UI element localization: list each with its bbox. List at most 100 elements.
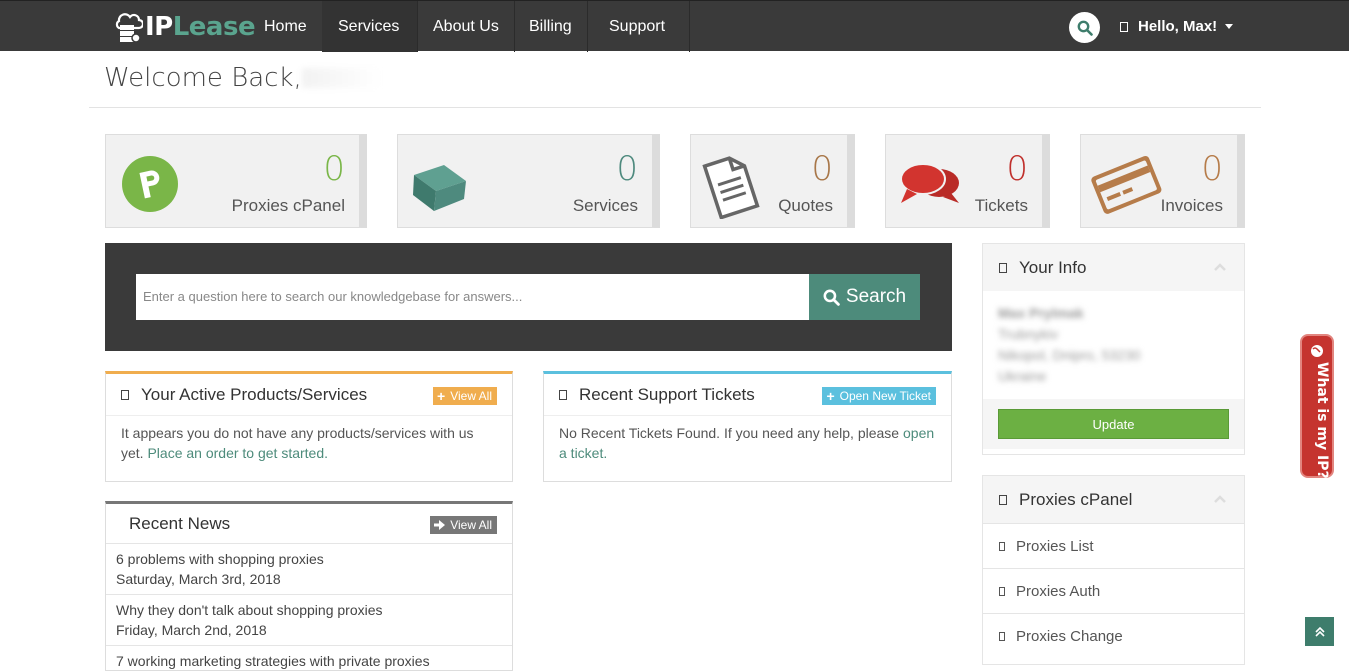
update-footer: Update	[983, 399, 1244, 449]
proxies-change-link[interactable]: Proxies Change	[983, 613, 1244, 658]
button-label: View All	[450, 389, 492, 403]
tile-label: Invoices	[1160, 196, 1223, 215]
plus-icon: +	[437, 388, 446, 404]
panel-title: Recent Support Tickets	[579, 384, 755, 404]
proxies-list-link[interactable]: Proxies List	[983, 523, 1244, 568]
tile-tickets[interactable]: 0 Tickets	[885, 134, 1050, 228]
recent-news-panel: Recent News View All 6 problems with sho…	[105, 501, 513, 671]
tile-label: Quotes	[778, 196, 833, 215]
server-cloud-icon	[115, 13, 143, 43]
server-icon	[999, 494, 1007, 505]
knowledgebase-search-button[interactable]: Search	[809, 274, 920, 320]
user-greeting: Hello, Max!	[1138, 18, 1218, 35]
arrow-right-icon	[434, 520, 446, 530]
chat-bubbles-icon	[900, 163, 959, 203]
back-to-top-button[interactable]	[1305, 617, 1334, 646]
user-icon	[1120, 22, 1128, 32]
info-line: Trubnykiv	[998, 326, 1059, 342]
globe-icon	[1311, 345, 1323, 357]
info-line: Max Prylmak	[998, 305, 1084, 321]
tile-label: Proxies cPanel	[231, 196, 345, 215]
panel-header[interactable]: Proxies cPanel	[983, 476, 1244, 523]
tile-count: 0	[1006, 149, 1028, 189]
user-address: Max Prylmak Trubnykiv Nikopol, Dnipro, 5…	[983, 291, 1244, 399]
proxies-auth-link[interactable]: Proxies Auth	[983, 568, 1244, 613]
chevron-up-icon[interactable]	[1214, 493, 1226, 505]
panel-header: Recent News View All	[106, 504, 512, 543]
search-icon	[823, 289, 840, 306]
logo[interactable]: IPLease	[113, 10, 256, 44]
nav-support[interactable]: Support	[594, 1, 690, 52]
button-label: Open New Ticket	[839, 389, 931, 403]
panel-header: Recent Support Tickets + Open New Ticket	[544, 374, 951, 416]
blurred-name	[301, 68, 382, 88]
tile-label: Services	[572, 196, 638, 215]
panel-title: Your Active Products/Services	[141, 384, 368, 404]
panel-header[interactable]: Your Info	[983, 244, 1244, 291]
proxies-p-icon	[122, 156, 178, 212]
panel-title: Recent News	[129, 513, 231, 533]
user-menu[interactable]: Hello, Max!	[1120, 1, 1234, 52]
news-item[interactable]: 6 problems with shopping proxies Saturda…	[106, 543, 512, 594]
knowledgebase-search-input[interactable]: Enter a question here to search our know…	[136, 274, 809, 320]
link-label: Proxies Change	[1016, 627, 1123, 645]
tickets-empty-text: No Recent Tickets Found. If you need any…	[559, 425, 900, 441]
nav-about-us[interactable]: About Us	[418, 1, 515, 52]
welcome-text: Welcome Back,	[104, 63, 302, 93]
tile-count: 0	[811, 149, 833, 189]
news-item[interactable]: 7 working marketing strategies with priv…	[106, 645, 512, 670]
list-icon	[999, 541, 1005, 551]
tile-services[interactable]: 0 Services	[397, 134, 660, 228]
logo-ip: IP	[145, 12, 173, 42]
knowledgebase-search-bar: Enter a question here to search our know…	[105, 243, 952, 351]
place-order-link[interactable]: Place an order to get started.	[147, 445, 328, 461]
search-icon	[1077, 20, 1093, 36]
cube-icon	[121, 389, 129, 400]
nav-services[interactable]: Services	[322, 1, 418, 52]
info-line: Ukraine	[998, 368, 1047, 384]
news-date: Friday, March 2nd, 2018	[116, 622, 267, 638]
document-icon	[702, 156, 760, 219]
nav-billing[interactable]: Billing	[514, 1, 588, 52]
panel-header: Your Active Products/Services + View All	[106, 374, 512, 416]
tile-quotes[interactable]: 0 Quotes	[690, 134, 855, 228]
tile-proxies-cpanel[interactable]: 0 Proxies cPanel	[105, 134, 367, 228]
credit-card-icon	[1091, 155, 1162, 214]
panel-title: Proxies cPanel	[1019, 489, 1133, 509]
panel-body: No Recent Tickets Found. If you need any…	[544, 416, 951, 473]
news-item[interactable]: Why they don't talk about shopping proxi…	[106, 594, 512, 645]
chevron-down-icon	[1225, 24, 1234, 29]
link-label: Proxies List	[1016, 537, 1094, 555]
news-title: 7 working marketing strategies with priv…	[116, 653, 430, 669]
panel-body: It appears you do not have any products/…	[106, 416, 512, 473]
tile-count: 0	[616, 149, 638, 189]
tile-count: 0	[323, 149, 345, 189]
open-new-ticket-button[interactable]: + Open New Ticket	[822, 387, 936, 405]
view-all-news-button[interactable]: View All	[430, 516, 497, 534]
nav-search-button[interactable]	[1069, 12, 1100, 43]
info-line: Nikopol, Dnipro, 53230	[998, 347, 1141, 363]
tile-label: Tickets	[974, 196, 1028, 215]
refresh-icon	[999, 631, 1005, 641]
tile-invoices[interactable]: 0 Invoices	[1080, 134, 1245, 228]
plus-icon: +	[826, 388, 835, 404]
news-title: 6 problems with shopping proxies	[116, 551, 324, 567]
proxies-cpanel-panel: Proxies cPanel Proxies List Proxies Auth…	[982, 475, 1245, 665]
page-title: Welcome Back,	[104, 63, 382, 93]
top-navbar: IPLease Home Services About Us Billing S…	[0, 0, 1349, 52]
divider	[89, 107, 1261, 108]
chevron-up-icon[interactable]	[1214, 261, 1226, 273]
nav-home[interactable]: Home	[249, 1, 323, 52]
your-info-panel: Your Info Max Prylmak Trubnykiv Nikopol,…	[982, 243, 1245, 455]
double-chevron-up-icon	[1314, 626, 1325, 637]
active-products-panel: Your Active Products/Services + View All …	[105, 371, 513, 482]
what-is-my-ip-button[interactable]: What is my IP?	[1300, 334, 1334, 479]
view-all-products-button[interactable]: + View All	[433, 387, 497, 405]
update-button[interactable]: Update	[998, 409, 1229, 439]
news-date: Saturday, March 3rd, 2018	[116, 571, 281, 587]
search-button-label: Search	[845, 286, 907, 307]
tile-count: 0	[1201, 149, 1223, 189]
lock-icon	[999, 586, 1005, 596]
link-label: Proxies Auth	[1016, 582, 1101, 600]
news-title: Why they don't talk about shopping proxi…	[116, 602, 383, 618]
